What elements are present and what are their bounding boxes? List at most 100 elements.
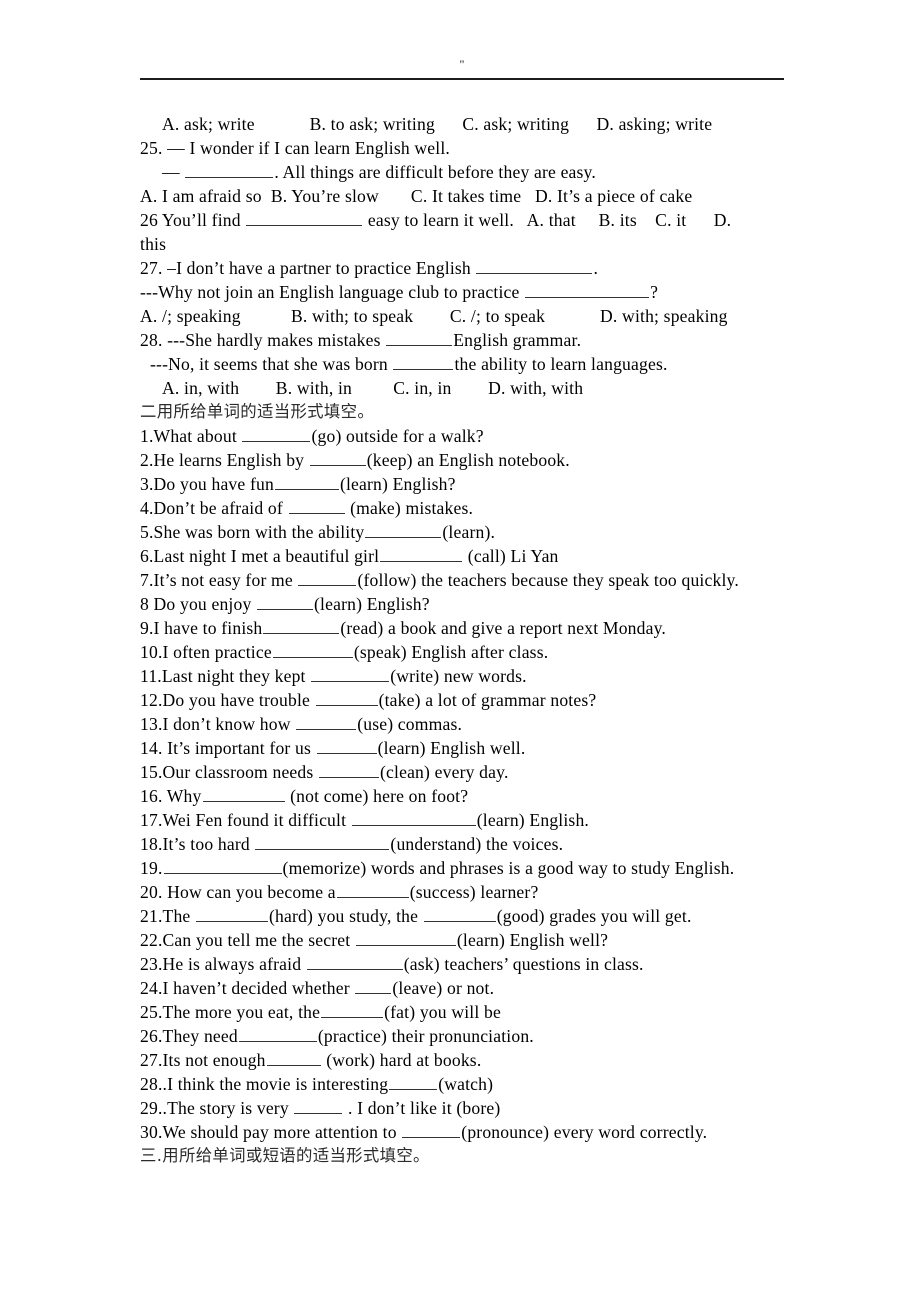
worksheet-line: 26 You’ll find easy to learn it well. A.…	[140, 208, 820, 232]
line-text-after-blank: (work) hard at books.	[321, 1050, 482, 1070]
line-text-after-blank: (hard) you study, the	[268, 906, 423, 926]
worksheet-page: " A. ask; write B. to ask; writing C. as…	[0, 0, 920, 1302]
answer-blank[interactable]	[272, 643, 353, 658]
answer-blank[interactable]	[238, 1027, 317, 1042]
worksheet-line: 24.I haven’t decided whether (leave) or …	[140, 976, 820, 1000]
answer-blank[interactable]	[476, 259, 593, 274]
line-text-before-blank: 26 You’ll find	[140, 210, 246, 230]
line-text-after-blank: . All things are difficult before they a…	[274, 162, 596, 182]
answer-blank[interactable]	[321, 1003, 384, 1018]
line-text-before-blank: 14. It’s important for us	[140, 738, 316, 758]
worksheet-line: 12.Do you have trouble (take) a lot of g…	[140, 688, 820, 712]
answer-blank[interactable]	[306, 955, 403, 970]
worksheet-line: ---Why not join an English language club…	[140, 280, 820, 304]
answer-blank[interactable]	[195, 907, 268, 922]
worksheet-line: 22.Can you tell me the secret (learn) En…	[140, 928, 820, 952]
line-text-before-blank: 30.We should pay more attention to	[140, 1122, 402, 1142]
line-text-after-blank: (learn) English well.	[377, 738, 526, 758]
answer-blank[interactable]	[316, 739, 377, 754]
line-text-after-blank: (memorize) words and phrases is a good w…	[282, 858, 735, 878]
answer-blank[interactable]	[263, 619, 340, 634]
line-text-after-blank: . I don’t like it (bore)	[343, 1098, 501, 1118]
line-text-after-blank: (success) learner?	[409, 882, 539, 902]
answer-blank[interactable]	[266, 1051, 321, 1066]
answer-blank[interactable]	[402, 1123, 461, 1138]
answer-blank[interactable]	[389, 1075, 438, 1090]
worksheet-line: 19. (memorize) words and phrases is a goo…	[140, 856, 820, 880]
answer-blank[interactable]	[274, 475, 339, 490]
worksheet-line: 27. –I don’t have a partner to practice …	[140, 256, 820, 280]
worksheet-line: A. I am afraid so B. You’re slow C. It t…	[140, 184, 820, 208]
line-text-after-blank: English grammar.	[453, 330, 582, 350]
line-text-after-blank: (learn) English?	[314, 594, 430, 614]
line-text-after-blank: (learn).	[442, 522, 496, 542]
worksheet-line: — . All things are difficult before they…	[140, 160, 820, 184]
line-text-before-blank: 27.Its not enough	[140, 1050, 266, 1070]
worksheet-line: 17.Wei Fen found it difficult (learn) En…	[140, 808, 820, 832]
line-text: A. /; speaking B. with; to speak C. /; t…	[140, 306, 728, 326]
answer-blank[interactable]	[246, 211, 363, 226]
answer-blank[interactable]	[202, 787, 285, 802]
answer-blank[interactable]	[386, 331, 453, 346]
line-text-after-blank: (fat) you will be	[384, 1002, 501, 1022]
answer-blank[interactable]	[365, 523, 442, 538]
worksheet-line: 21.The (hard) you study, the (good) grad…	[140, 904, 820, 928]
answer-blank[interactable]	[296, 715, 357, 730]
line-text-after-blank: (read) a book and give a report next Mon…	[340, 618, 667, 638]
answer-blank[interactable]	[351, 811, 476, 826]
answer-blank[interactable]	[355, 979, 392, 994]
answer-blank[interactable]	[309, 451, 366, 466]
line-text-before-blank: 24.I haven’t decided whether	[140, 978, 355, 998]
worksheet-line: 25. — I wonder if I can learn English we…	[140, 136, 820, 160]
answer-blank[interactable]	[288, 499, 345, 514]
line-text-after-blank: (follow) the teachers because they speak…	[357, 570, 739, 590]
answer-blank[interactable]	[336, 883, 409, 898]
answer-blank[interactable]	[380, 547, 463, 562]
line-text-before-blank: 12.Do you have trouble	[140, 690, 315, 710]
line-text-before-blank: 8 Do you enjoy	[140, 594, 257, 614]
answer-blank[interactable]	[255, 835, 390, 850]
header-quote-mark: "	[459, 57, 465, 71]
answer-blank[interactable]	[257, 595, 314, 610]
line-text-before-blank: ---Why not join an English language club…	[140, 282, 525, 302]
line-text-after-blank: easy to learn it well. A. that B. its C.…	[363, 210, 732, 230]
answer-blank[interactable]	[298, 571, 357, 586]
line-text-before-blank: 27. –I don’t have a partner to practice …	[140, 258, 476, 278]
worksheet-line: 6.Last night I met a beautiful girl (cal…	[140, 544, 820, 568]
line-text-before-blank: 13.I don’t know how	[140, 714, 296, 734]
answer-blank[interactable]	[319, 763, 379, 778]
line-text-after-blank: (learn) English.	[476, 810, 589, 830]
line-text-before-blank: —	[162, 162, 185, 182]
answer-blank[interactable]	[423, 907, 496, 922]
answer-blank[interactable]	[525, 283, 650, 298]
line-text: 三.用所给单词或短语的适当形式填空。	[140, 1146, 430, 1165]
line-text-after-blank: (ask) teachers’ questions in class.	[403, 954, 644, 974]
worksheet-line: 16. Why (not come) here on foot?	[140, 784, 820, 808]
answer-blank[interactable]	[393, 355, 454, 370]
worksheet-body: A. ask; write B. to ask; writing C. ask;…	[140, 112, 820, 1168]
line-text-after-blank: (clean) every day.	[380, 762, 509, 782]
worksheet-line: A. ask; write B. to ask; writing C. ask;…	[140, 112, 820, 136]
answer-blank[interactable]	[242, 427, 311, 442]
answer-blank[interactable]	[294, 1099, 343, 1114]
line-text-after-blank: (watch)	[438, 1074, 494, 1094]
worksheet-line: this	[140, 232, 820, 256]
line-text: 25. — I wonder if I can learn English we…	[140, 138, 450, 158]
answer-blank[interactable]	[163, 859, 282, 874]
line-text-after-blank: (learn) English?	[339, 474, 456, 494]
line-text-after-blank: the ability to learn languages.	[454, 354, 668, 374]
line-text-before-blank: 4.Don’t be afraid of	[140, 498, 288, 518]
worksheet-line: 27.Its not enough (work) hard at books.	[140, 1048, 820, 1072]
line-text-before-blank: 23.He is always afraid	[140, 954, 306, 974]
answer-blank[interactable]	[315, 691, 378, 706]
line-text-after-blank: (take) a lot of grammar notes?	[378, 690, 597, 710]
line-text-after-blank: (go) outside for a walk?	[311, 426, 484, 446]
answer-blank[interactable]	[311, 667, 390, 682]
line-text-before-blank: 2.He learns English by	[140, 450, 309, 470]
answer-blank[interactable]	[185, 163, 274, 178]
line-text-before-blank: 22.Can you tell me the secret	[140, 930, 355, 950]
worksheet-line: 28..I think the movie is interesting (wat…	[140, 1072, 820, 1096]
answer-blank[interactable]	[355, 931, 456, 946]
line-text-before-blank: 17.Wei Fen found it difficult	[140, 810, 351, 830]
line-text-before-blank: 16. Why	[140, 786, 202, 806]
